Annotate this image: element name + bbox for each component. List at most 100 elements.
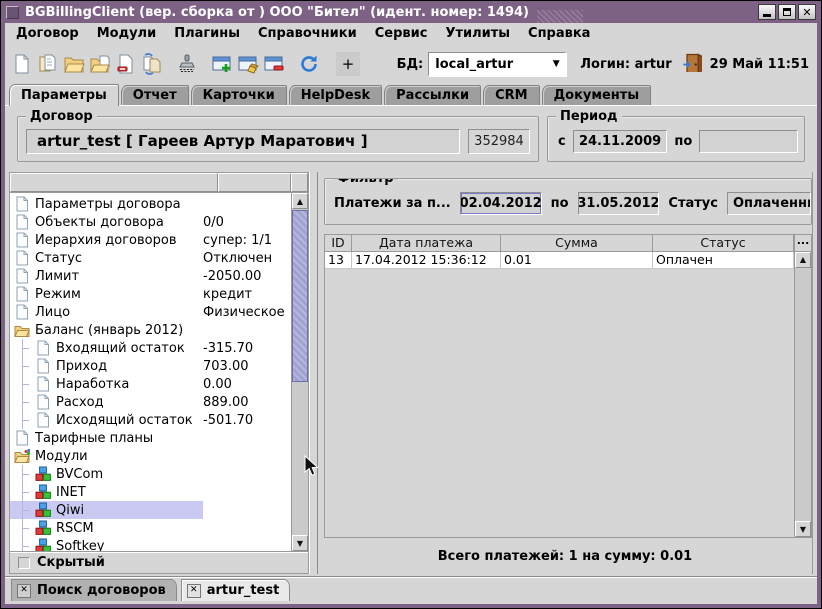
column-header-2[interactable]: Сумма [501,235,653,251]
open-folder-button[interactable] [61,51,87,77]
document-icon [35,412,51,428]
tab-parametry[interactable]: Параметры [9,84,119,106]
tree-item-limit[interactable]: Лимит-2050.00 [10,267,291,285]
menu-item-dogovor[interactable]: Договор [7,26,88,41]
tab-crm[interactable]: CRM [483,85,540,105]
contract-id-field[interactable]: 352984 [468,129,530,154]
tab-rassylki[interactable]: Рассылки [384,85,481,105]
close-tab-icon[interactable]: ✕ [17,584,31,598]
copy-document-button[interactable] [35,51,61,77]
menu-item-servis[interactable]: Сервис [366,26,437,41]
menu-item-plaginy[interactable]: Плагины [165,26,249,41]
tree-scrollbar-thumb[interactable] [292,210,308,382]
tree-item-modules[interactable]: Модули [10,447,291,465]
menu-item-spravka[interactable]: Справка [519,26,599,41]
tree-item-accrued[interactable]: Наработка0.00 [10,375,291,393]
sync-documents-button[interactable] [139,51,165,77]
tree-item-income[interactable]: Приход703.00 [10,357,291,375]
document-icon [14,232,30,248]
tree-item-softkey[interactable]: Softkey [10,537,291,551]
new-document-button[interactable] [9,51,35,77]
period-to-field[interactable] [699,130,798,153]
edit-window-button[interactable] [235,51,261,77]
logout-door-button[interactable] [682,52,702,76]
stamp-button[interactable] [174,51,200,77]
panel-splitter[interactable] [309,172,318,574]
tab-kartochki[interactable]: Карточки [191,85,287,105]
bottom-tab-search-contracts[interactable]: ✕Поиск договоров [11,579,177,601]
tree-header-value-column[interactable] [218,173,291,192]
tree-item-contract-params[interactable]: Параметры договора [10,195,291,213]
tree-item-incoming-balance[interactable]: Входящий остаток-315.70 [10,339,291,357]
tree-item-label: Исходящий остаток [56,413,193,428]
column-header-3[interactable]: Статус [653,235,794,251]
tree-item-tariff-plans[interactable]: Тарифные планы [10,429,291,447]
period-group-label: Период [556,109,622,124]
tree-item-label: Баланс (январь 2012) [35,323,183,338]
column-header-1[interactable]: Дата платежа [352,235,501,251]
tree-scrollbar[interactable]: ▲ ▼ [291,193,308,551]
tree-item-balance[interactable]: Баланс (январь 2012) [10,321,291,339]
tree-item-expense[interactable]: Расход889.00 [10,393,291,411]
refresh-button[interactable] [296,51,322,77]
table-row[interactable]: 1317.04.2012 15:36:120.01Оплачен [325,252,794,269]
contract-title-field[interactable]: artur_test [ Гареев Артур Маратович ] [26,129,460,154]
open-contract-folder-button[interactable] [87,51,113,77]
db-select[interactable]: local_artur ▼ [428,52,566,76]
tree-item-contract-hierarchy[interactable]: Иерархия договоровсупер: 1/1 [10,231,291,249]
tree-item-qiwi[interactable]: Qiwi [10,501,291,519]
remove-window-button[interactable] [261,51,287,77]
table-columns-button[interactable]: ... [794,235,811,252]
tab-helpdesk[interactable]: HelpDesk [289,85,382,105]
tree-header [10,173,308,193]
tree-item-bvcom[interactable]: BVCom [10,465,291,483]
tree-connector [16,375,30,393]
document-icon [35,358,51,374]
menu-bar: ДоговорМодулиПлагиныСправочникиСервисУти… [5,23,817,45]
add-tab-button[interactable]: + [336,52,360,76]
add-window-button[interactable] [209,51,235,77]
close-button[interactable]: ✕ [798,4,816,20]
tree-header-name-column[interactable] [10,173,218,192]
tree-item-contract-objects[interactable]: Объекты договора0/0 [10,213,291,231]
open-contract-folder-icon [89,53,111,75]
table-scrollbar[interactable]: ▲ ▼ [794,252,811,538]
tree-item-status[interactable]: СтатусОтключен [10,249,291,267]
tree-item-label: Режим [35,287,81,302]
db-label: БД: [397,57,424,72]
filter-status-select[interactable]: Оплаченны [727,192,811,215]
scroll-down-icon[interactable]: ▼ [795,521,811,537]
menu-item-moduli[interactable]: Модули [88,26,165,41]
tree-item-mode[interactable]: Режим кредит [10,285,291,303]
tree-item-inet[interactable]: INET [10,483,291,501]
scroll-up-icon[interactable]: ▲ [795,252,811,268]
menu-item-spravochniki[interactable]: Справочники [249,26,366,41]
tree-item-value: кредит [203,287,291,302]
tree-item-label: Приход [56,359,107,374]
bottom-tab-artur-test[interactable]: ✕ artur_test [181,579,291,601]
filter-date-from-field[interactable]: 02.04.2012 [460,192,542,215]
scroll-down-icon[interactable]: ▼ [292,535,308,551]
scroll-up-icon[interactable]: ▲ [292,193,308,209]
column-header-0[interactable]: ID [325,235,352,251]
tree-item-value: -501.70 [203,413,291,428]
tab-otchet[interactable]: Отчет [121,85,189,105]
tree-connector [16,339,30,357]
payments-table: IDДата платежаСуммаСтатус 1317.04.2012 1… [324,234,812,539]
close-tab-icon[interactable]: ✕ [187,584,201,598]
tree-item-value: 0.00 [203,377,291,392]
tab-dokumenty[interactable]: Документы [542,85,652,105]
tree-item-rscm[interactable]: RSCM [10,519,291,537]
bottom-tab-label: artur_test [207,583,280,598]
menu-item-utility[interactable]: Утилиты [436,26,519,41]
tree-item-person[interactable]: ЛицоФизическое [10,303,291,321]
filter-group-label: Фильтр [333,178,398,186]
minimize-button[interactable] [758,4,776,20]
maximize-button[interactable] [778,4,796,20]
hidden-checkbox-label: Скрытый [37,555,105,570]
filter-date-to-field[interactable]: 31.05.2012 [578,192,660,215]
hidden-checkbox[interactable] [18,557,30,569]
tree-item-outgoing-balance[interactable]: Исходящий остаток -501.70 [10,411,291,429]
remove-document-button[interactable] [113,51,139,77]
period-from-field[interactable]: 24.11.2009 [573,130,668,153]
